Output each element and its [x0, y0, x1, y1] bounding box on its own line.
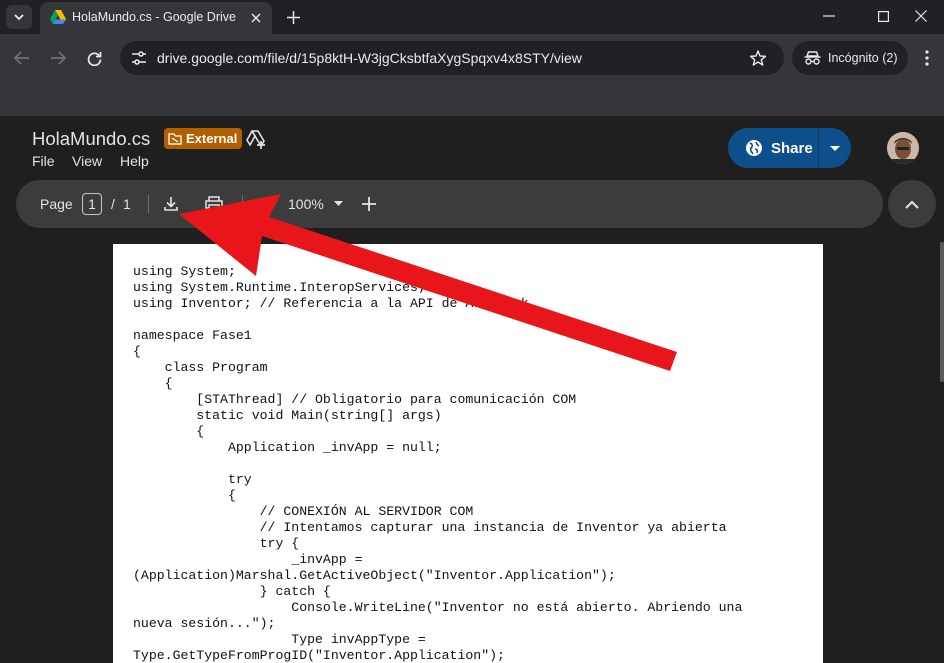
avatar[interactable] — [887, 132, 919, 164]
incognito-indicator[interactable]: Incógnito (2) — [792, 41, 908, 75]
minimize-icon — [823, 15, 835, 17]
code-text: using System; using System.Runtime.Intero… — [133, 264, 742, 663]
code-line: using System.Runtime.InteropServices; — [133, 280, 426, 295]
zoom-in-button[interactable] — [357, 192, 381, 216]
download-button[interactable] — [159, 192, 183, 216]
share-options-button[interactable] — [819, 128, 851, 168]
code-line: { — [133, 424, 205, 439]
minimize-button[interactable] — [806, 0, 852, 32]
reload-button[interactable] — [81, 45, 107, 71]
print-button[interactable] — [202, 192, 226, 216]
url-text[interactable]: drive.google.com/file/d/15p8ktH-W3jgCksb… — [157, 50, 582, 66]
page-total: 1 — [123, 196, 131, 212]
download-icon — [164, 197, 178, 211]
globe-icon — [746, 140, 762, 156]
drive-favicon — [50, 10, 66, 24]
external-badge-icon — [168, 132, 182, 145]
share-button[interactable]: Share — [728, 128, 818, 168]
code-line: try — [133, 472, 252, 487]
code-line: nueva sesión..."); — [133, 616, 276, 631]
new-tab-button[interactable] — [280, 4, 306, 30]
code-line: Type invAppType = — [133, 632, 426, 647]
toolbar-divider — [242, 195, 243, 213]
incognito-icon — [804, 51, 821, 65]
code-line: { — [133, 376, 173, 391]
collapse-toolbar-button[interactable] — [888, 180, 936, 228]
back-button[interactable] — [9, 45, 35, 71]
external-badge[interactable]: External — [164, 128, 243, 149]
forward-button[interactable] — [45, 45, 71, 71]
code-line: namespace Fase1 — [133, 328, 252, 343]
site-info-icon[interactable] — [131, 51, 147, 65]
code-line: static void Main(string[] args) — [133, 408, 442, 423]
code-line: // Intentamos capturar una instancia de … — [133, 520, 727, 535]
code-line: { — [133, 344, 141, 359]
code-line: using Inventor; // Referencia a la API d… — [133, 296, 529, 311]
zoom-out-button[interactable] — [252, 192, 276, 216]
code-line: Application _invApp = null; — [133, 440, 442, 455]
browser-toolbar: drive.google.com/file/d/15p8ktH-W3jgCksb… — [0, 34, 944, 82]
menu-view[interactable]: View — [72, 153, 102, 169]
browser-menu-button[interactable] — [916, 45, 938, 71]
zoom-caret-icon[interactable] — [334, 201, 343, 206]
close-icon — [251, 13, 261, 23]
menu-file[interactable]: File — [32, 153, 55, 169]
zoom-level[interactable]: 100% — [288, 196, 324, 212]
code-line: Type.GetTypeFromProgID("Inventor.Applica… — [133, 648, 505, 663]
browser-tab-strip: HolaMundo.cs - Google Drive — [0, 0, 944, 34]
chevron-up-icon — [905, 200, 919, 209]
page-number-input[interactable]: 1 — [82, 193, 102, 215]
zoom-out-icon — [257, 203, 271, 205]
code-line: class Program — [133, 360, 268, 375]
drive-viewer: HolaMundo.cs External File View Help Sha… — [0, 116, 944, 663]
add-shortcut-icon[interactable] — [245, 128, 267, 150]
bookmarks-bar — [0, 82, 944, 116]
code-line: } catch { — [133, 584, 331, 599]
tab-list-button[interactable] — [6, 5, 32, 29]
code-line: try { — [133, 536, 300, 551]
browser-tab[interactable]: HolaMundo.cs - Google Drive — [40, 2, 272, 34]
code-line: // CONEXIÓN AL SERVIDOR COM — [133, 504, 474, 519]
page-label: Page — [40, 196, 73, 212]
code-line: [STAThread] // Obligatorio para comunica… — [133, 392, 577, 407]
code-line: _invApp = — [133, 552, 363, 567]
code-line: { — [133, 488, 236, 503]
viewer-toolbar: Page 1 / 1 100% — [16, 180, 883, 228]
print-icon — [205, 196, 223, 212]
maximize-icon — [877, 10, 889, 22]
caret-down-icon — [830, 145, 840, 151]
share-label: Share — [771, 139, 813, 157]
star-icon[interactable] — [750, 50, 766, 66]
tab-title: HolaMundo.cs - Google Drive — [72, 10, 236, 24]
code-line: using System; — [133, 264, 236, 279]
menu-help[interactable]: Help — [120, 153, 149, 169]
address-bar[interactable]: drive.google.com/file/d/15p8ktH-W3jgCksb… — [120, 41, 784, 75]
scrollbar[interactable] — [940, 242, 944, 382]
code-line: (Application)Marshal.GetActiveObject("In… — [133, 568, 616, 583]
code-line: Console.WriteLine("Inventor no está abie… — [133, 600, 743, 615]
window-close-icon — [915, 10, 927, 22]
external-badge-label: External — [186, 131, 238, 146]
tab-close-button[interactable] — [246, 8, 266, 28]
reload-icon — [87, 51, 101, 66]
new-tab-icon — [286, 10, 300, 24]
back-icon — [14, 51, 29, 65]
document-page: using System; using System.Runtime.Intero… — [113, 244, 823, 663]
file-title: HolaMundo.cs — [32, 128, 151, 149]
tab-list-icon — [14, 14, 24, 21]
toolbar-divider — [148, 195, 149, 213]
forward-icon — [51, 51, 66, 65]
incognito-label: Incógnito (2) — [828, 51, 898, 65]
page-separator: / — [111, 196, 115, 212]
more-icon — [925, 50, 929, 66]
window-close-button[interactable] — [898, 0, 944, 32]
avatar-image — [887, 132, 919, 164]
share-button-group: Share — [728, 128, 851, 168]
zoom-in-icon — [362, 197, 376, 211]
